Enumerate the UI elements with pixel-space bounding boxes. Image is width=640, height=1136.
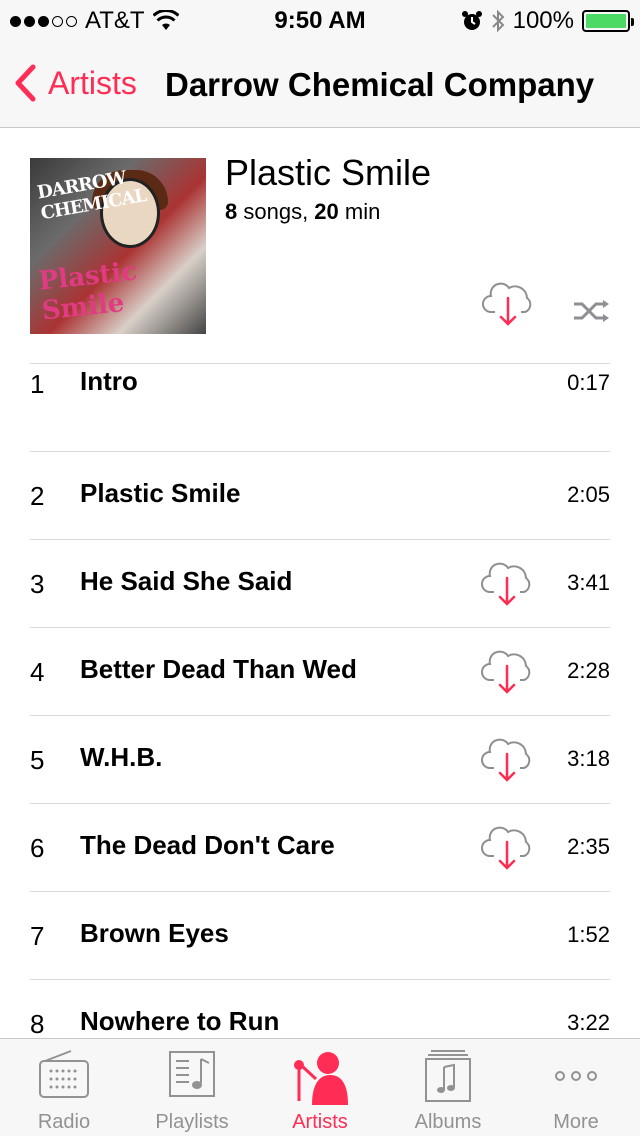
track-title: Better Dead Than Wed <box>80 654 357 684</box>
track-duration: 3:18 <box>567 746 610 771</box>
track-duration: 0:17 <box>567 370 610 395</box>
album-header: DARROW CHEMICAL Plastic Smile Plastic Sm… <box>0 128 640 364</box>
track-row[interactable]: 4 Better Dead Than Wed 2:28 <box>30 627 610 715</box>
tab-label: Artists <box>292 1111 348 1133</box>
track-title: Brown Eyes <box>80 918 229 948</box>
artwork-album-name: Plastic Smile <box>37 256 139 327</box>
track-row[interactable]: 7 Brown Eyes 1:52 <box>30 891 610 979</box>
alarm-clock-icon <box>461 11 482 30</box>
tab-label: Radio <box>37 1111 91 1133</box>
song-word: songs, <box>237 199 315 224</box>
shuffle-icon[interactable] <box>572 298 612 324</box>
tab-albums[interactable]: Albums <box>384 1039 512 1136</box>
tab-label: Albums <box>414 1111 482 1133</box>
track-title: W.H.B. <box>80 742 163 772</box>
chevron-left-icon <box>15 64 36 102</box>
status-bar: AT&T 9:50 AM 100% <box>0 0 640 40</box>
albums-icon <box>425 1050 471 1102</box>
album-artwork[interactable]: DARROW CHEMICAL Plastic Smile <box>30 158 206 334</box>
more-icon <box>555 1071 597 1081</box>
tab-artists[interactable]: Artists <box>256 1039 384 1136</box>
track-number: 1 <box>30 369 45 399</box>
playlists-icon <box>169 1051 215 1097</box>
track-row[interactable]: 3 He Said She Said 3:41 <box>30 539 610 627</box>
tab-more[interactable]: More <box>512 1039 640 1136</box>
track-title: Plastic Smile <box>80 478 241 508</box>
minutes-word: min <box>338 199 381 224</box>
page-title: Darrow Chemical Company <box>165 66 595 103</box>
track-title: He Said She Said <box>80 566 293 596</box>
album-title: Plastic Smile <box>225 152 432 193</box>
track-row[interactable]: 5 W.H.B. 3:18 <box>30 715 610 803</box>
track-duration: 3:41 <box>567 570 610 595</box>
download-cloud-icon[interactable] <box>480 646 534 698</box>
tab-label: More <box>553 1111 599 1133</box>
download-cloud-icon[interactable] <box>480 734 534 786</box>
album-minutes: 20 <box>314 199 339 224</box>
song-count: 8 <box>225 199 238 224</box>
battery-tip <box>631 18 634 26</box>
album-meta: 8 songs, 20 min <box>225 199 380 225</box>
track-title: Nowhere to Run <box>80 1006 280 1036</box>
download-cloud-icon[interactable] <box>480 822 534 874</box>
track-row[interactable]: 1 Intro 0:17 <box>30 363 610 451</box>
download-all-cloud-icon[interactable] <box>481 278 535 330</box>
track-duration: 3:22 <box>567 1010 610 1035</box>
track-duration: 2:05 <box>567 482 610 507</box>
track-title: The Dead Don't Care <box>80 830 335 860</box>
back-button[interactable]: Artists <box>14 64 137 102</box>
navigation-bar: Artists Darrow Chemical Company <box>0 40 640 128</box>
artists-icon <box>294 1052 348 1105</box>
track-row[interactable]: 6 The Dead Don't Care 2:35 <box>30 803 610 891</box>
track-title: Intro <box>80 366 138 396</box>
tab-bar: Radio Playlists Artists Albums More <box>0 1038 640 1136</box>
track-list: 1 Intro 0:17 2 Plastic Smile 2:05 3 He S… <box>0 363 640 1067</box>
bluetooth-icon <box>491 9 505 33</box>
track-row[interactable]: 2 Plastic Smile 2:05 <box>30 451 610 539</box>
track-duration: 2:35 <box>567 834 610 859</box>
back-button-label: Artists <box>48 64 137 101</box>
radio-icon <box>39 1050 89 1098</box>
download-cloud-icon[interactable] <box>480 558 534 610</box>
tab-radio[interactable]: Radio <box>0 1039 128 1136</box>
tab-playlists[interactable]: Playlists <box>128 1039 256 1136</box>
tab-label: Playlists <box>155 1111 229 1133</box>
battery-fill <box>586 14 626 28</box>
track-duration: 1:52 <box>567 922 610 947</box>
battery-icon <box>582 10 634 32</box>
battery-percent: 100% <box>512 7 574 34</box>
status-right: 100% <box>461 7 634 35</box>
track-duration: 2:28 <box>567 658 610 683</box>
